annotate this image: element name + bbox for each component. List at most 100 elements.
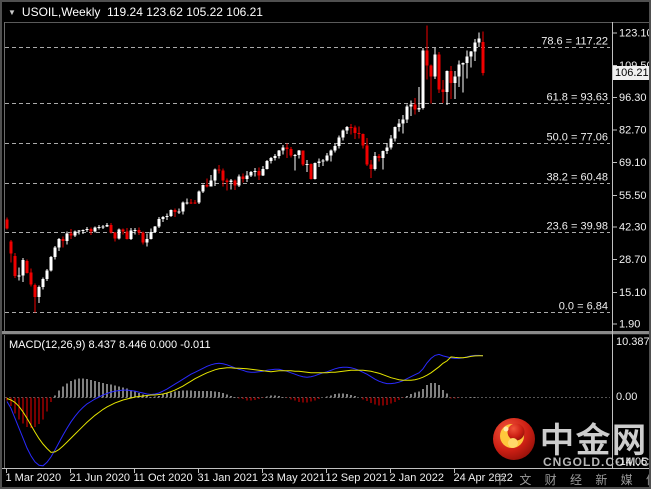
candle-body xyxy=(318,162,321,163)
cngold-watermark: 中金网 CNGOLD.COM.CN 中 文 财 经 新 媒 体 xyxy=(490,415,651,487)
price-axis-label: 42.30 xyxy=(619,222,647,234)
candle-body xyxy=(178,212,181,213)
candle-body xyxy=(250,172,253,175)
time-axis-label[interactable]: 2 Jan 2022 xyxy=(390,472,444,484)
candle-body xyxy=(394,127,397,139)
candle-body xyxy=(298,151,301,156)
candle-body xyxy=(146,239,149,242)
candle-body xyxy=(202,185,205,191)
candle-body xyxy=(198,191,201,202)
candle-body xyxy=(30,272,33,284)
price-axis-label: 15.10 xyxy=(619,287,647,299)
candle-body xyxy=(38,287,41,297)
macd-indicator-label: MACD(12,26,9) 8.437 8.446 0.000 -0.011 xyxy=(9,339,211,352)
candle-body xyxy=(234,181,237,186)
candle-body xyxy=(426,50,429,65)
candle-body xyxy=(478,38,481,42)
candle-body xyxy=(126,232,129,239)
candle-body xyxy=(338,138,341,146)
candle-body xyxy=(46,270,49,278)
candle-body xyxy=(418,108,421,109)
time-axis-label[interactable]: 23 May 2021 xyxy=(262,472,326,484)
candle-body xyxy=(62,239,65,241)
time-axis-label[interactable]: 1 Mar 2020 xyxy=(6,472,62,484)
pane-separator[interactable] xyxy=(2,331,651,334)
candle-body xyxy=(90,229,93,231)
candle-body xyxy=(454,77,457,83)
chevron-down-icon[interactable]: ▼ xyxy=(8,6,16,19)
candle-body xyxy=(106,225,109,227)
candle-body xyxy=(6,219,9,228)
watermark-slogan: 中 文 财 经 新 媒 体 xyxy=(494,471,651,488)
candle-body xyxy=(322,161,325,162)
fib-level-label: 0.0 = 6.84 xyxy=(559,301,608,313)
time-axis-label[interactable]: 31 Jan 2021 xyxy=(198,472,259,484)
candle-body xyxy=(42,279,45,287)
candle-body xyxy=(366,145,369,164)
price-axis-label: 96.30 xyxy=(619,92,647,104)
candle-body xyxy=(122,230,125,232)
current-price-badge: 106.21 xyxy=(613,66,651,80)
candle-body xyxy=(18,276,21,277)
candle-body xyxy=(386,148,389,151)
candle-body xyxy=(174,210,177,212)
candle-body xyxy=(98,227,101,228)
candle-body xyxy=(118,230,121,239)
candle-body xyxy=(406,106,409,119)
candle-body xyxy=(310,164,313,179)
candle-body xyxy=(390,139,393,148)
candle-body xyxy=(54,248,57,258)
candle-body xyxy=(482,42,485,73)
candle-body xyxy=(362,134,365,145)
price-axis-label: 123.10 xyxy=(619,28,651,40)
candle-body xyxy=(446,71,449,92)
candle-body xyxy=(110,225,113,233)
candle-body xyxy=(190,202,193,203)
macd-line xyxy=(7,354,483,465)
candle-body xyxy=(282,148,285,151)
candle-body xyxy=(214,169,217,180)
candle-body xyxy=(330,150,333,155)
candle-body xyxy=(262,169,265,175)
fib-level-label: 50.0 = 77.06 xyxy=(547,132,608,144)
candle-body xyxy=(266,161,269,169)
candle-body xyxy=(374,156,377,169)
price-axis-label: 69.10 xyxy=(619,157,647,169)
candle-body xyxy=(230,181,233,182)
candle-body xyxy=(294,155,297,156)
time-axis-label[interactable]: 21 Jun 2020 xyxy=(70,472,131,484)
candle-body xyxy=(70,233,73,235)
candle-body xyxy=(34,285,37,297)
candle-body xyxy=(346,127,349,131)
fib-level-label: 38.2 = 60.48 xyxy=(547,172,608,184)
candle-body xyxy=(410,105,413,107)
chart-title-bar: ▼ USOIL,Weekly 119.24 123.62 105.22 106.… xyxy=(8,6,263,19)
candle-body xyxy=(154,227,157,232)
macd-axis-max-label: 10.387 xyxy=(616,336,650,349)
candle-body xyxy=(358,133,361,134)
candle-body xyxy=(370,164,373,169)
candle-body xyxy=(102,227,105,228)
candle-body xyxy=(378,156,381,158)
candle-body xyxy=(270,158,273,161)
candle-body xyxy=(94,227,97,231)
mt4-chart-window: 78.6 = 117.2261.8 = 93.6350.0 = 77.0638.… xyxy=(0,0,651,489)
candle-body xyxy=(470,52,473,57)
candle-body xyxy=(246,175,249,179)
candle-body xyxy=(306,164,309,165)
candle-body xyxy=(274,156,277,158)
candle-body xyxy=(258,171,261,175)
candle-body xyxy=(14,256,17,276)
candle-body xyxy=(82,230,85,231)
price-axis-label: 55.50 xyxy=(619,190,647,202)
candle-body xyxy=(86,229,89,230)
candle-body xyxy=(218,169,221,170)
candle-body xyxy=(354,128,357,133)
time-axis-label[interactable]: 12 Sep 2021 xyxy=(326,472,388,484)
candle-body xyxy=(22,260,25,276)
candle-body xyxy=(130,231,133,239)
candle-body xyxy=(158,219,161,227)
time-axis-label[interactable]: 11 Oct 2020 xyxy=(134,472,193,484)
candle-body xyxy=(434,55,437,77)
candle-body xyxy=(414,105,417,110)
